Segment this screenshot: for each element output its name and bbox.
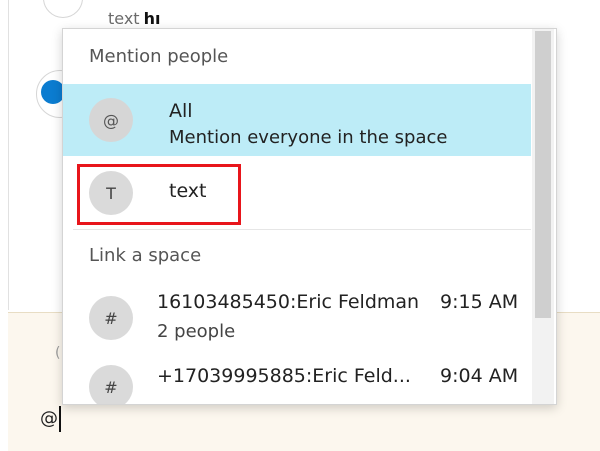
- space-time: 9:15 AM: [440, 291, 519, 313]
- space-people-count: 2 people: [157, 321, 236, 342]
- message-preview: text hı: [108, 9, 160, 28]
- mention-section-header: Mention people: [89, 46, 229, 67]
- mention-all-name: All: [169, 100, 193, 122]
- mention-all-description: Mention everyone in the space: [169, 127, 448, 148]
- link-section-header: Link a space: [89, 245, 202, 266]
- chat-divider-line: [8, 0, 9, 310]
- space-name: +17039995885:Eric Feld...: [157, 365, 411, 387]
- space-time: 9:04 AM: [440, 365, 519, 387]
- text-caret: [59, 406, 61, 432]
- annotation-highlight-box: [77, 164, 241, 225]
- hash-icon: #: [89, 296, 133, 340]
- popup-scrollbar-thumb[interactable]: [535, 31, 551, 318]
- space-item[interactable]: # 16103485450:Eric Feldman 9:15 AM 2 peo…: [63, 281, 531, 351]
- compose-ghost-text: (: [55, 345, 61, 361]
- at-icon: @: [89, 98, 133, 142]
- message-sender: text: [108, 9, 140, 28]
- hash-icon: #: [89, 365, 133, 404]
- section-divider: [73, 229, 531, 230]
- mention-popup: Mention people @ All Mention everyone in…: [62, 28, 557, 405]
- space-item[interactable]: # +17039995885:Eric Feld... 9:04 AM: [63, 355, 531, 404]
- space-name: 16103485450:Eric Feldman: [157, 291, 420, 313]
- compose-input[interactable]: @: [40, 408, 58, 429]
- message-text: hı: [143, 9, 161, 28]
- mention-item-all[interactable]: @ All Mention everyone in the space: [63, 84, 531, 156]
